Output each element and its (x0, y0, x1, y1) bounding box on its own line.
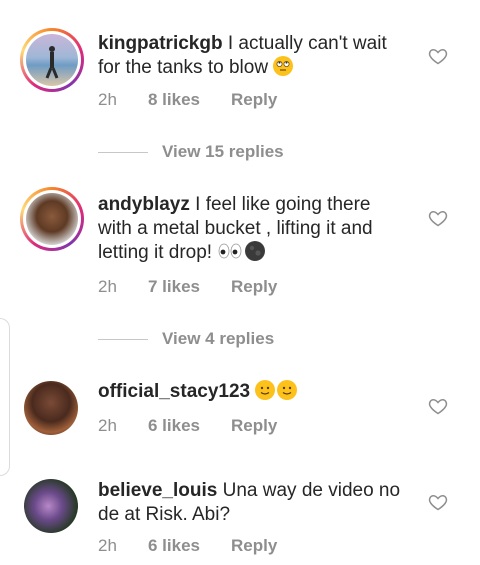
heart-icon[interactable] (428, 492, 448, 512)
comment-meta: 2h 7 likes Reply (98, 277, 277, 297)
avatar[interactable] (20, 187, 84, 251)
avatar[interactable] (24, 381, 78, 435)
username[interactable]: andyblayz (98, 194, 190, 215)
avatar[interactable] (24, 479, 78, 533)
username[interactable]: kingpatrickgb (98, 33, 223, 54)
avatar[interactable] (20, 28, 84, 92)
timestamp: 2h (98, 90, 117, 109)
comment-meta: 2h 6 likes Reply (98, 416, 277, 436)
username[interactable]: official_stacy123 (98, 381, 250, 402)
view-replies-button[interactable]: View 15 replies (98, 142, 284, 162)
divider-line (98, 151, 148, 153)
new-moon-face-emoji-icon (245, 241, 266, 261)
comment-text: andyblayz I feel like going there with a… (98, 193, 408, 265)
view-replies-label: View 15 replies (162, 142, 284, 161)
username[interactable]: believe_louis (98, 480, 217, 501)
reply-button[interactable]: Reply (231, 416, 277, 436)
heart-icon[interactable] (428, 396, 448, 416)
timestamp: 2h (98, 277, 117, 296)
comment-text: official_stacy123 (98, 380, 408, 404)
view-replies-label: View 4 replies (162, 329, 275, 348)
view-replies-button[interactable]: View 4 replies (98, 329, 274, 349)
eyes-emoji-icon (217, 241, 243, 261)
likes-count[interactable]: 6 likes (148, 416, 231, 436)
rolling-eyes-emoji-icon (273, 56, 294, 76)
heart-icon[interactable] (428, 46, 448, 66)
timestamp: 2h (98, 536, 117, 555)
timestamp: 2h (98, 416, 117, 435)
comment-text: kingpatrickgb I actually can't wait for … (98, 32, 408, 80)
slightly-smiling-face-emoji-icon (255, 380, 276, 400)
comment-meta: 2h 6 likes Reply (98, 536, 277, 556)
comment-text: believe_louis Una way de video no de at … (98, 479, 408, 527)
divider-line (98, 338, 148, 340)
comment-meta: 2h 8 likes Reply (98, 90, 277, 110)
likes-count[interactable]: 8 likes (148, 90, 231, 110)
card-edge (0, 318, 10, 476)
heart-icon[interactable] (428, 208, 448, 228)
reply-button[interactable]: Reply (231, 536, 277, 556)
reply-button[interactable]: Reply (231, 90, 277, 110)
reply-button[interactable]: Reply (231, 277, 277, 297)
likes-count[interactable]: 7 likes (148, 277, 231, 297)
slightly-smiling-face-emoji-icon (277, 380, 298, 400)
likes-count[interactable]: 6 likes (148, 536, 231, 556)
